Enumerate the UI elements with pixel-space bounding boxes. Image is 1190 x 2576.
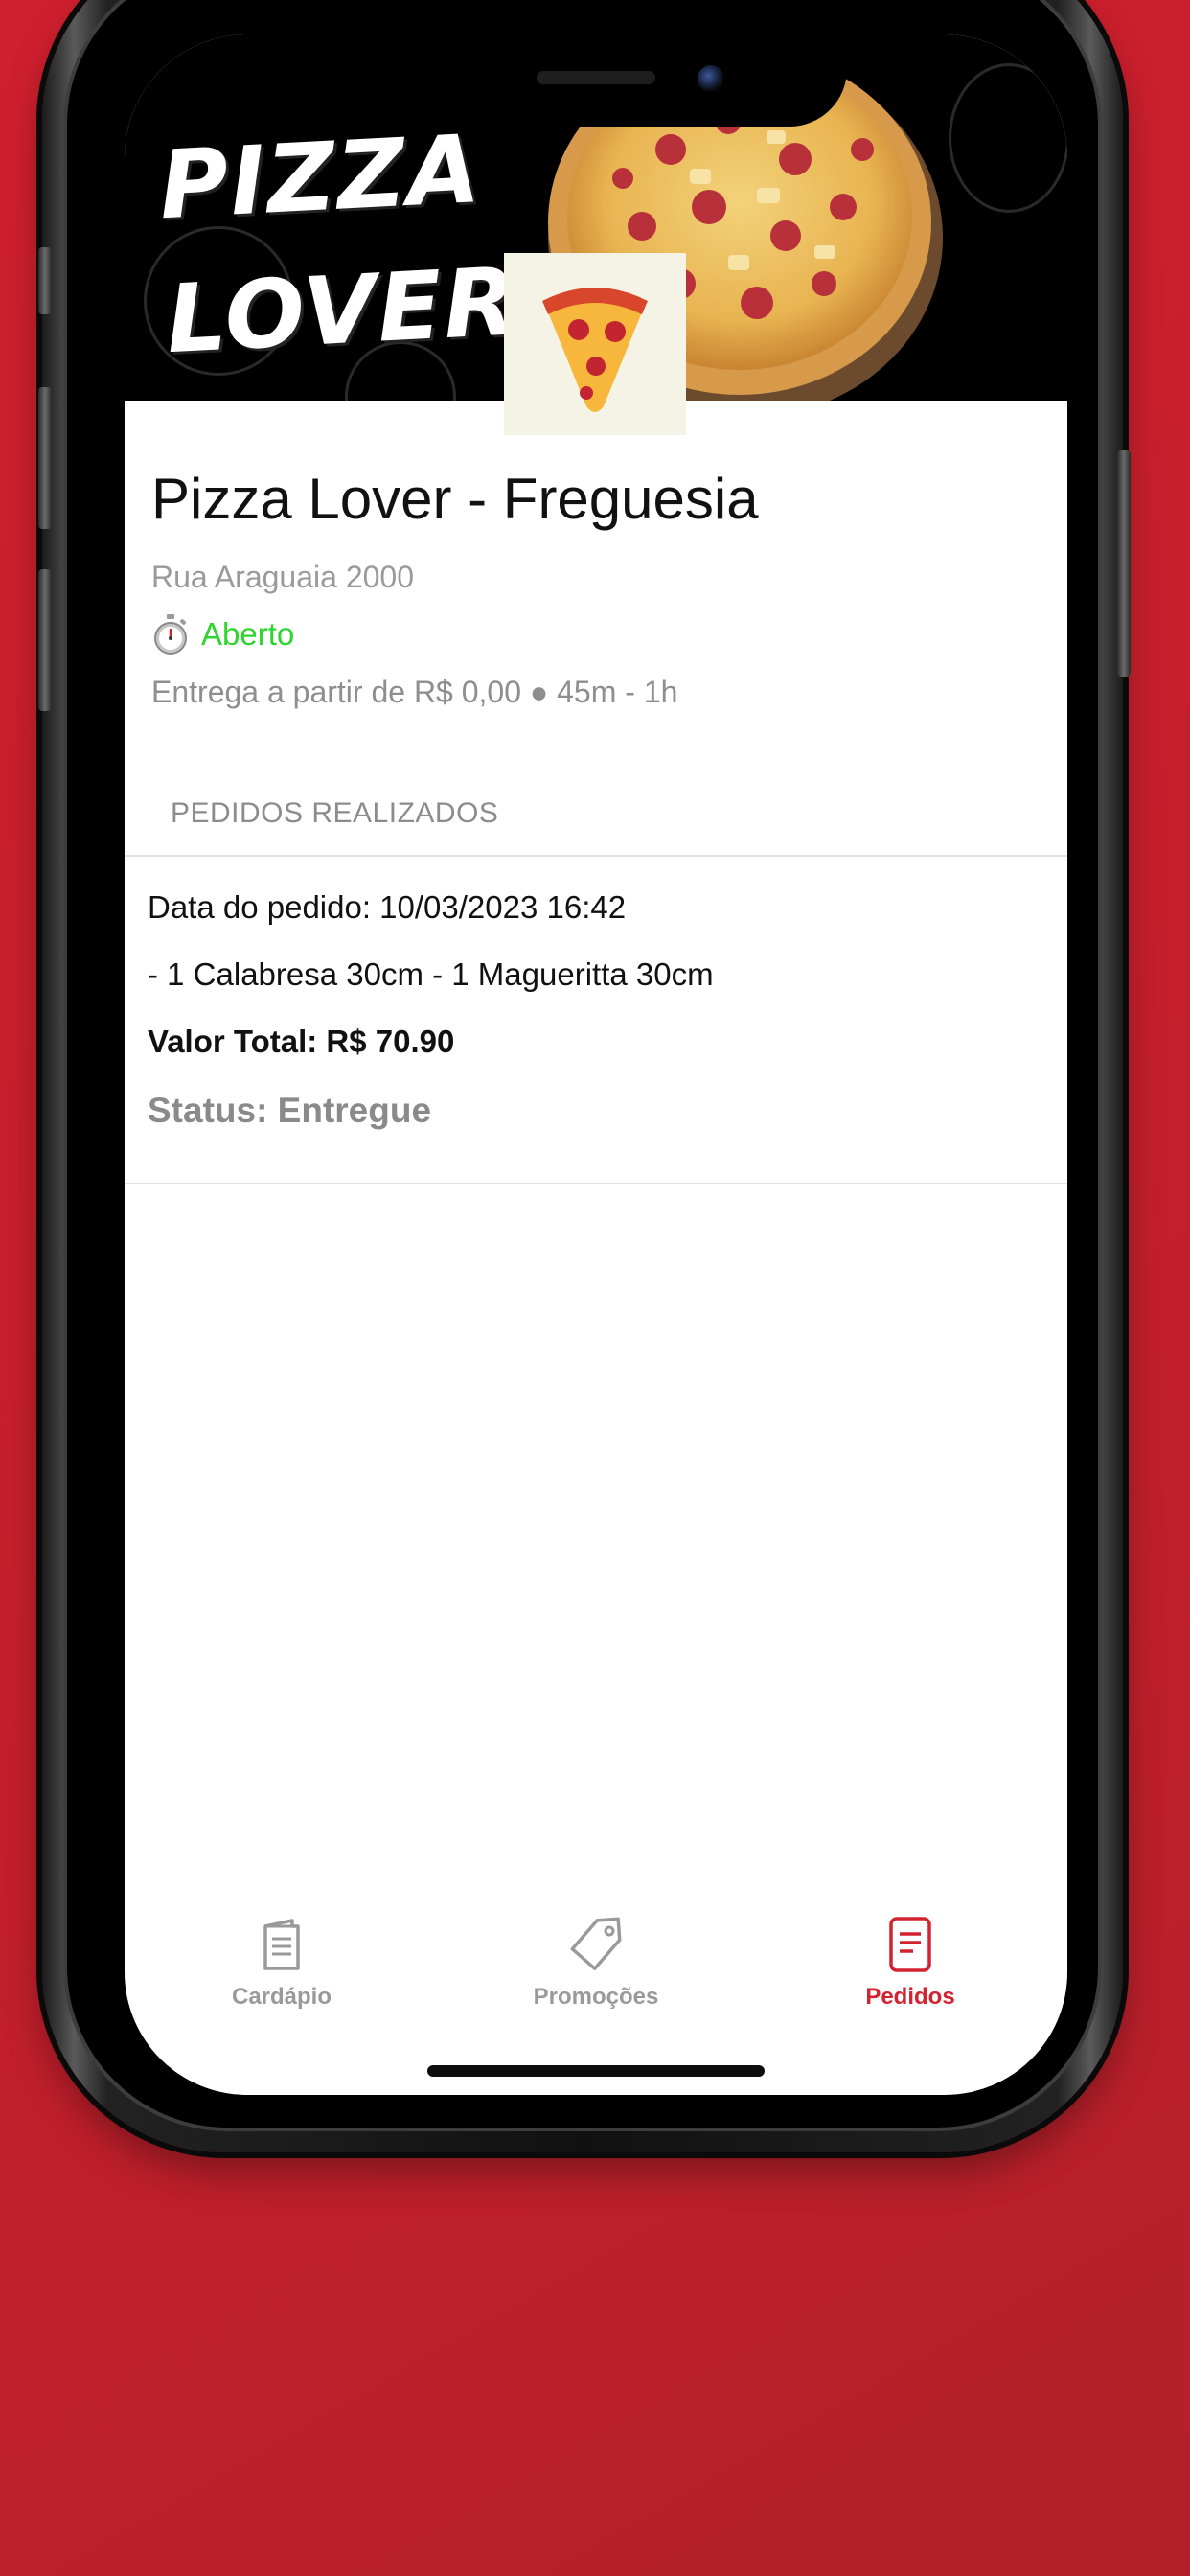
tab-label: Promoções bbox=[533, 1984, 659, 2010]
store-status: Aberto bbox=[151, 613, 294, 656]
tab-pedidos[interactable]: Pedidos bbox=[753, 1913, 1067, 2028]
price-tag-icon bbox=[570, 1917, 622, 1970]
brand-line-2: LOVER bbox=[163, 247, 521, 376]
orders-section-title: PEDIDOS REALIZADOS bbox=[171, 797, 499, 829]
receipt-icon bbox=[889, 1917, 931, 1972]
menu-book-icon bbox=[263, 1919, 300, 1970]
tab-promocoes[interactable]: Promoções bbox=[439, 1913, 753, 2028]
side-button-volume-up bbox=[38, 387, 52, 529]
tab-label: Cardápio bbox=[231, 1984, 332, 2010]
order-list-item[interactable]: Data do pedido: 10/03/2023 16:42 - 1 Cal… bbox=[125, 857, 1067, 1183]
doodle-decoration bbox=[949, 63, 1067, 213]
speaker-grille bbox=[537, 71, 655, 84]
store-address: Rua Araguaia 2000 bbox=[151, 560, 414, 594]
status-open-label: Aberto bbox=[201, 616, 295, 652]
brand-logo-text: PIZZA LOVER bbox=[156, 104, 521, 387]
tab-label: Pedidos bbox=[865, 1984, 955, 2010]
divider bbox=[125, 1183, 1067, 1184]
tab-bar: Cardápio Promoções Pedidos bbox=[125, 1913, 1067, 2028]
side-button-volume-down bbox=[38, 569, 52, 711]
side-button-power bbox=[1117, 450, 1131, 677]
front-camera bbox=[698, 65, 724, 92]
order-date: Data do pedido: 10/03/2023 16:42 bbox=[148, 889, 627, 925]
order-products: - 1 Calabresa 30cm - 1 Magueritta 30cm bbox=[148, 956, 714, 992]
store-logo bbox=[504, 253, 686, 435]
store-name: Pizza Lover - Freguesia bbox=[151, 467, 759, 531]
app-screen: PIZZA LOVER Pizza Lover - Freguesia Rua … bbox=[125, 34, 1067, 2095]
home-indicator[interactable] bbox=[427, 2065, 765, 2077]
stopwatch-icon bbox=[154, 614, 187, 655]
tab-cardapio[interactable]: Cardápio bbox=[125, 1913, 439, 2028]
order-status: Status: Entregue bbox=[148, 1091, 432, 1130]
pizza-slice-icon bbox=[542, 288, 648, 412]
order-total: Valor Total: R$ 70.90 bbox=[148, 1024, 455, 1059]
delivery-info: Entrega a partir de R$ 0,00 ● 45m - 1h bbox=[151, 675, 678, 709]
side-button-silent bbox=[38, 247, 52, 314]
notch bbox=[345, 34, 847, 126]
